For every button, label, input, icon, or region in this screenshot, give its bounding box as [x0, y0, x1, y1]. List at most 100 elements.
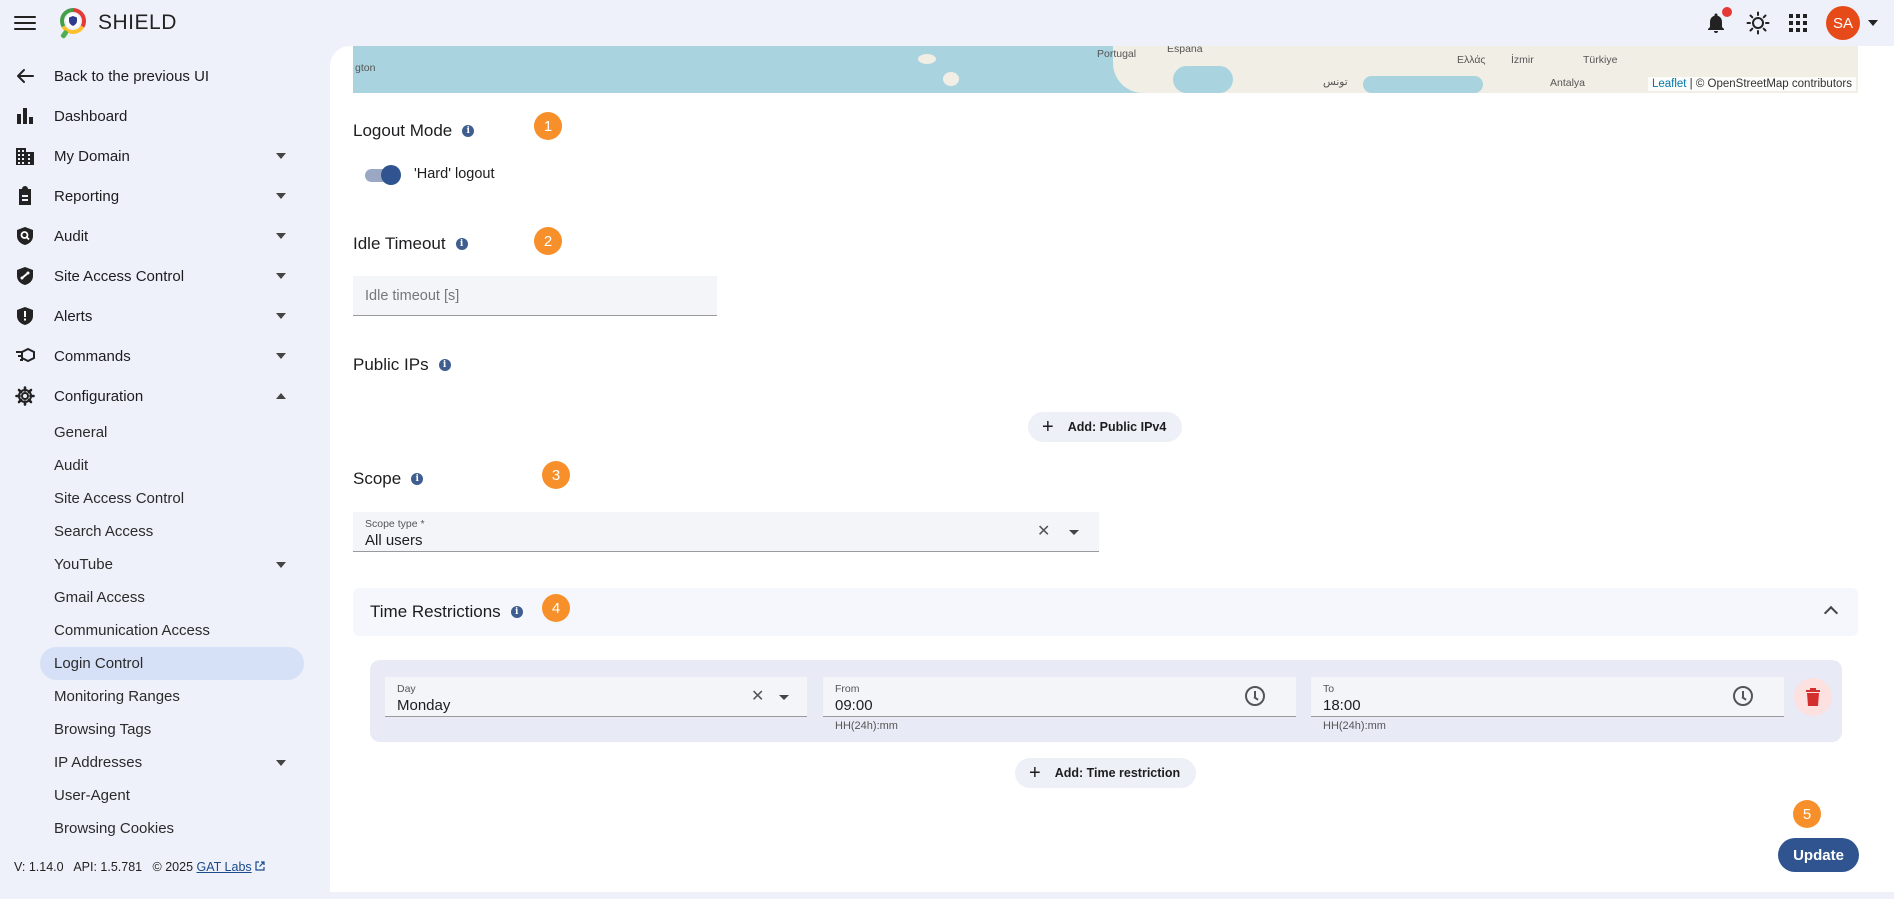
sidebar-subitem-label: User-Agent	[54, 787, 130, 804]
sidebar-subitem-youtube[interactable]: YouTube	[0, 548, 320, 581]
add-time-restriction-label: Add: Time restriction	[1054, 766, 1181, 780]
avatar[interactable]: SA	[1826, 6, 1860, 40]
map-view[interactable]: gton Portugal España Ελλάς İzmir Türkiye…	[353, 46, 1858, 93]
sidebar-subitem-login-control[interactable]: Login Control	[0, 647, 320, 680]
sidebar-subitem-gmail-access[interactable]: Gmail Access	[0, 581, 320, 614]
chevron-down-icon[interactable]	[1069, 530, 1079, 535]
alert-shield-icon	[14, 305, 36, 327]
leaflet-link[interactable]: Leaflet	[1652, 78, 1687, 90]
logout-mode-heading: Logout Mode i	[353, 121, 475, 141]
sidebar-subitem-search-access[interactable]: Search Access	[0, 515, 320, 548]
notifications-button[interactable]	[1704, 7, 1732, 35]
map-label: İzmir	[1511, 54, 1534, 66]
sidebar-item-reporting[interactable]: Reporting	[0, 176, 320, 216]
day-select[interactable]: Day Monday ✕	[385, 677, 807, 717]
map-label: Türkiye	[1583, 54, 1618, 66]
map-label: تونس	[1323, 76, 1348, 88]
shield-logo-icon	[60, 8, 86, 39]
arrow-left-icon	[14, 65, 36, 87]
section-title: Public IPs	[353, 355, 429, 374]
shield-link-icon	[14, 265, 36, 287]
header-actions: SA	[1704, 6, 1878, 40]
sidebar-item-label: Configuration	[54, 387, 144, 405]
theme-toggle-icon[interactable]	[1746, 11, 1770, 35]
sidebar-subitem-general[interactable]: General	[0, 416, 320, 449]
hard-logout-toggle[interactable]	[365, 165, 401, 185]
section-title: Logout Mode	[353, 121, 453, 140]
info-icon[interactable]: i	[462, 125, 475, 137]
sidebar-item-label: Commands	[54, 347, 131, 365]
external-link-icon	[255, 861, 265, 871]
sidebar-subitem-monitoring-ranges[interactable]: Monitoring Ranges	[0, 680, 320, 713]
add-public-ipv4-button[interactable]: + Add: Public IPv4	[1028, 412, 1183, 442]
sidebar-item-dashboard[interactable]: Dashboard	[0, 96, 320, 136]
map-label: gton	[355, 62, 376, 74]
chevron-down-icon[interactable]	[779, 695, 789, 700]
version-footer: V: 1.14.0 API: 1.5.781 © 2025 GAT Labs	[14, 860, 265, 874]
step-badge-1: 1	[534, 112, 562, 140]
sidebar-subitem-ip-addresses[interactable]: IP Addresses	[0, 746, 320, 779]
sidebar-subitem-browsing-tags[interactable]: Browsing Tags	[0, 713, 320, 746]
apps-grid-icon[interactable]	[1788, 13, 1808, 33]
sidebar-subitem-label: Search Access	[54, 523, 154, 540]
sidebar-subitem-communication-access[interactable]: Communication Access	[0, 614, 320, 647]
sidebar-subitem-label: Browsing Tags	[54, 721, 152, 738]
chevron-down-icon	[276, 193, 286, 199]
sidebar-subitem-label: Communication Access	[54, 622, 210, 639]
building-icon	[14, 145, 36, 167]
to-helper-text: HH(24h):mm	[1323, 720, 1386, 732]
to-time-input[interactable]: To 18:00	[1311, 677, 1784, 717]
clipboard-icon	[14, 185, 36, 207]
idle-timeout-input[interactable]: Idle timeout [s]	[353, 276, 717, 316]
top-bar: SHIELD SA	[0, 0, 1894, 46]
day-label: Day	[397, 683, 416, 695]
back-label: Back to the previous UI	[54, 67, 210, 85]
notification-dot	[1722, 7, 1732, 17]
step-badge-5: 5	[1793, 800, 1821, 828]
company-link[interactable]: GAT Labs	[197, 860, 252, 874]
chevron-up-icon[interactable]	[1823, 605, 1839, 621]
from-time-input[interactable]: From 09:00	[823, 677, 1296, 717]
info-icon[interactable]: i	[510, 606, 523, 618]
osm-attribution: | © OpenStreetMap contributors	[1689, 78, 1852, 90]
add-time-restriction-button[interactable]: + Add: Time restriction	[1015, 758, 1197, 788]
section-title: Idle Timeout	[353, 234, 446, 253]
clock-icon[interactable]	[1245, 686, 1265, 706]
clear-icon[interactable]: ✕	[1037, 521, 1050, 541]
menu-icon[interactable]	[14, 13, 36, 33]
update-button[interactable]: Update	[1778, 838, 1859, 872]
add-public-ipv4-label: Add: Public IPv4	[1067, 420, 1167, 434]
map-label: España	[1167, 46, 1203, 55]
info-icon[interactable]: i	[438, 359, 451, 371]
sidebar-item-my-domain[interactable]: My Domain	[0, 136, 320, 176]
to-label: To	[1323, 683, 1335, 695]
sidebar-subitem-site-access-control[interactable]: Site Access Control	[0, 482, 320, 515]
to-value: 18:00	[1323, 697, 1361, 714]
scope-heading: Scope i	[353, 469, 424, 489]
sidebar-item-commands[interactable]: Commands	[0, 336, 320, 376]
sidebar-subitem-audit[interactable]: Audit	[0, 449, 320, 482]
sidebar-subitem-browsing-cookies[interactable]: Browsing Cookies	[0, 812, 320, 845]
clear-icon[interactable]: ✕	[751, 686, 764, 706]
from-label: From	[835, 683, 860, 695]
sidebar-item-site-access-control[interactable]: Site Access Control	[0, 256, 320, 296]
sidebar-item-audit[interactable]: Audit	[0, 216, 320, 256]
delete-restriction-button[interactable]	[1794, 678, 1832, 716]
sidebar-item-alerts[interactable]: Alerts	[0, 296, 320, 336]
info-icon[interactable]: i	[455, 238, 468, 250]
search-shield-icon	[14, 225, 36, 247]
sidebar-subitem-user-agent[interactable]: User-Agent	[0, 779, 320, 812]
back-to-previous-ui-link[interactable]: Back to the previous UI	[0, 56, 320, 96]
info-icon[interactable]: i	[411, 473, 424, 485]
account-menu-caret-icon[interactable]	[1868, 20, 1878, 26]
step-badge-2: 2	[534, 227, 562, 255]
chevron-down-icon	[276, 313, 286, 319]
map-label: Antalya	[1550, 77, 1586, 89]
time-restrictions-accordion[interactable]	[353, 588, 1858, 636]
clock-icon[interactable]	[1733, 686, 1753, 706]
scope-type-select[interactable]: Scope type * All users ✕	[353, 512, 1099, 552]
hard-logout-label: 'Hard' logout	[414, 166, 495, 182]
map-label: Portugal	[1097, 48, 1137, 60]
sidebar-item-configuration[interactable]: Configuration	[0, 376, 320, 416]
sidebar: Back to the previous UI Dashboard My Dom…	[0, 56, 320, 856]
